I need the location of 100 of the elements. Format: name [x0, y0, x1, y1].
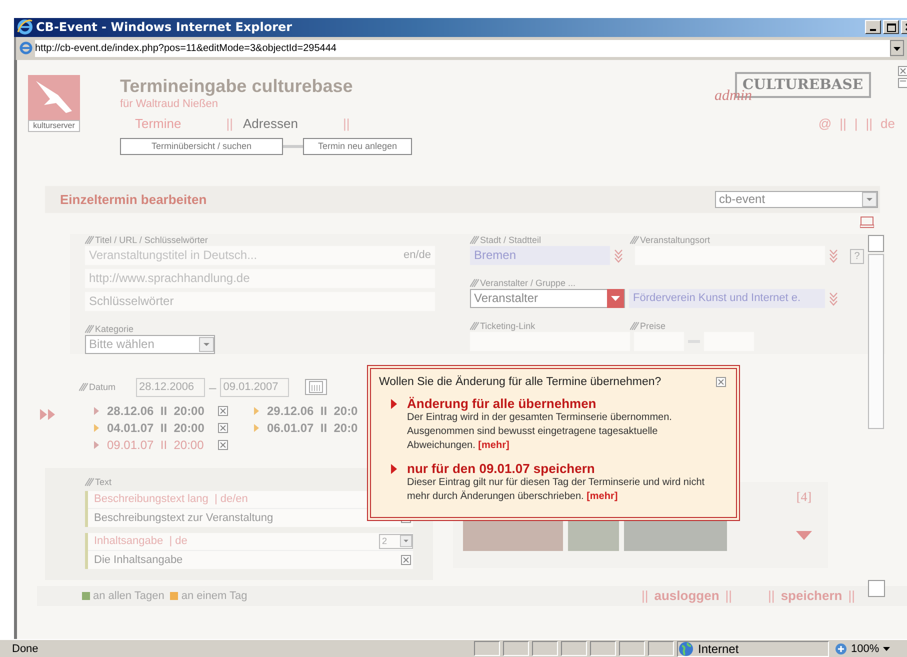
nav-link[interactable]: |: [854, 116, 858, 132]
arrow-icon: [391, 398, 397, 409]
date-to-field[interactable]: 09.01.2007: [220, 378, 290, 397]
double-chevron-icon: [614, 248, 623, 263]
help-button[interactable]: ?: [850, 248, 864, 264]
nav-link[interactable]: @: [818, 116, 832, 132]
city-field[interactable]: Bremen: [470, 246, 610, 265]
option-description: Der Eintrag wird in der gesamten Terminserie übernommen. Ausgenommen sind bewusst eingetragene tagesaktuelle Abweichungen. [mehr]: [407, 411, 673, 453]
hatch-icon: [470, 236, 479, 244]
organizer-select[interactable]: Veranstalter: [470, 288, 625, 308]
close-box-icon[interactable]: [401, 554, 411, 565]
close-box-icon[interactable]: [218, 440, 228, 450]
text-title[interactable]: Inhaltsangabe | de: [94, 535, 188, 548]
close-box-icon[interactable]: [218, 423, 228, 434]
zone-text: Internet: [698, 642, 739, 656]
organizer-field[interactable]: Förderverein Kunst und Internet e.: [629, 288, 825, 308]
field-label: Veranstaltungsort: [640, 234, 710, 245]
close-box-icon[interactable]: [218, 406, 228, 416]
separator-text: ||: [226, 116, 234, 132]
ticketing-field[interactable]: [470, 332, 630, 351]
category-select[interactable]: Bitte wählen: [85, 334, 215, 354]
date-entry[interactable]: 09.01.07 II 20:00: [107, 438, 204, 452]
option-link[interactable]: Änderung für alle übernehmen: [407, 396, 717, 411]
action-link[interactable]: ausloggen: [654, 588, 720, 604]
page-title: Termineingabe culturebase: [120, 74, 353, 97]
field-label: Ticketing-Link: [480, 320, 536, 331]
logo-caption: kulturserver: [28, 120, 80, 132]
minimize-button[interactable]: [865, 20, 881, 34]
hatch-icon: [85, 324, 94, 333]
double-arrow-icon: [40, 408, 56, 420]
calendar-button[interactable]: [305, 379, 328, 396]
language-toggle[interactable]: en/de: [403, 249, 431, 262]
date-from-field[interactable]: 28.12.2006: [136, 378, 205, 397]
date-entry[interactable]: 29.12.06 II 20:0: [267, 404, 358, 418]
hatch-icon: [79, 383, 88, 392]
hatch-icon: [470, 322, 479, 330]
portal-dropdown[interactable]: cb-event: [715, 190, 878, 208]
window-title: CB-Event - Windows Internet Explorer: [36, 20, 292, 34]
separator-text: ||: [642, 588, 648, 604]
status-pane: [561, 641, 587, 656]
close-box-icon[interactable]: [716, 376, 726, 387]
arrow-icon: [391, 464, 397, 474]
double-chevron-icon: [829, 292, 838, 306]
subtab-button[interactable]: Termin neu anlegen: [303, 138, 412, 155]
count-select[interactable]: 2: [379, 534, 413, 549]
title-field[interactable]: Veranstaltungstitel in Deutsch... en/de: [85, 246, 435, 265]
down-triangle-icon[interactable]: [796, 530, 812, 540]
text-value: Die Inhaltsangabe: [94, 554, 183, 566]
globe-icon: [678, 640, 694, 657]
nav-link[interactable]: ||: [866, 116, 873, 132]
field-label: Stadt / Stadtteil: [480, 234, 542, 245]
close-box-icon[interactable]: [898, 66, 907, 76]
date-entry[interactable]: 28.12.06 II 20:00: [107, 404, 204, 418]
status-text: Done: [12, 642, 38, 655]
field-label: Titel / URL / Schlüsselwörter: [95, 234, 208, 245]
text-value: Beschreibungstext zur Veranstaltung: [94, 512, 274, 524]
field-label: Veranstalter / Gruppe ...: [480, 278, 576, 288]
url-field[interactable]: http://www.sprachhandlung.de: [85, 268, 435, 288]
date-dash: –: [209, 380, 216, 395]
price-field[interactable]: [634, 332, 684, 351]
date-entry[interactable]: 04.01.07 II 20:00: [107, 421, 204, 436]
hatch-icon: [630, 236, 639, 244]
status-pane: [474, 641, 500, 656]
separator-text: ||: [342, 116, 350, 132]
maximize-icon: [886, 22, 896, 32]
nav-tab[interactable]: Termine: [135, 116, 182, 132]
legend-label: an einem Tag: [181, 590, 248, 602]
keywords-field[interactable]: Schlüsselwörter: [85, 292, 435, 311]
venue-field[interactable]: [635, 246, 825, 265]
nav-tab[interactable]: Adressen: [243, 116, 298, 132]
more-link[interactable]: [mehr]: [586, 490, 618, 502]
ie-page-icon: [19, 41, 33, 56]
legend-label: an allen Tagen: [93, 590, 164, 602]
calendar-icon: [309, 381, 324, 394]
image-count[interactable]: [4]: [796, 488, 812, 505]
scrollbar[interactable]: [868, 234, 884, 429]
zoom-control[interactable]: 100%: [835, 642, 907, 655]
hatch-icon: [85, 478, 94, 486]
option-link[interactable]: nur für den 09.01.07 speichern: [407, 460, 717, 476]
subtab-button[interactable]: Terminübersicht / suchen: [120, 138, 283, 155]
hatch-icon: [470, 278, 479, 287]
section-title: Einzeltermin bearbeiten: [59, 192, 207, 207]
url-text[interactable]: http://cb-event.de/index.php?pos=11&editMode=3&objectId=295444: [35, 40, 890, 57]
caret-icon: [883, 646, 890, 651]
separator-text: ||: [725, 588, 732, 604]
maximize-button[interactable]: [883, 20, 899, 34]
date-entry[interactable]: 06.01.07 II 20:0: [267, 421, 358, 436]
separator-text: ||: [848, 588, 855, 604]
hatch-icon: [630, 322, 639, 330]
more-link[interactable]: [mehr]: [478, 440, 510, 451]
action-link[interactable]: speichern: [780, 588, 842, 604]
nav-link[interactable]: de: [880, 116, 895, 132]
text-title[interactable]: Beschreibungstext lang | de/en: [94, 493, 248, 506]
status-pane: [503, 641, 529, 656]
frame-corner: [868, 580, 885, 597]
nav-link[interactable]: ||: [840, 116, 846, 132]
brand-text: CULTUREBASE: [742, 76, 863, 93]
field-label: Kategorie: [95, 324, 134, 334]
ie-logo-icon: [17, 19, 33, 36]
status-pane: [532, 641, 558, 656]
